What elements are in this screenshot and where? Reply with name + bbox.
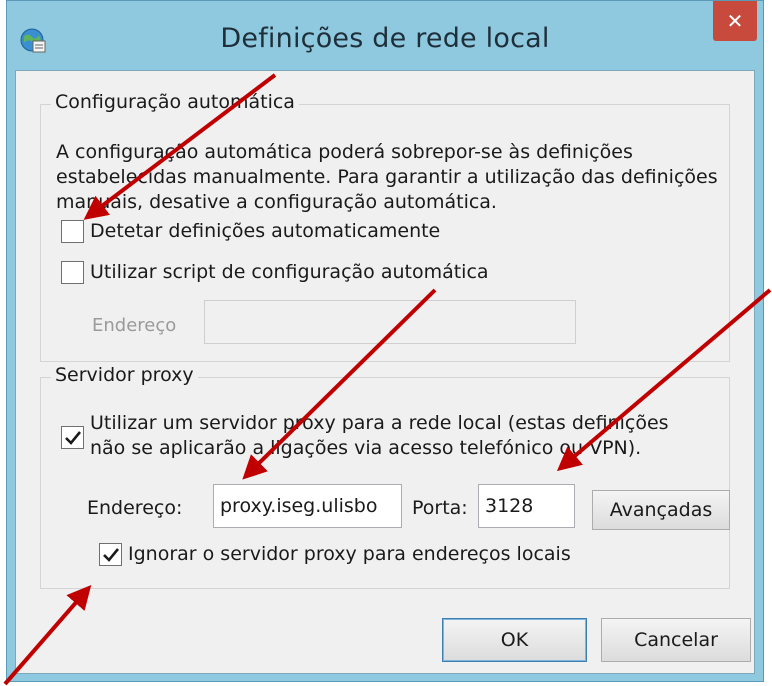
ok-button[interactable]: OK [442,618,587,662]
checkmark-icon [64,430,81,445]
bypass-local-option[interactable]: Ignorar o servidor proxy para endereços … [99,542,571,567]
proxy-port-label: Porta: [412,497,468,519]
use-proxy-label: Utilizar um servidor proxy para a rede l… [90,412,669,459]
dialog-body: Configuração automática A configuração a… [15,70,755,674]
dialog-window: Definições de rede local ✕ Configuração … [6,0,764,682]
auto-config-description: A configuração automática poderá sobrepo… [56,141,718,213]
auto-config-script-option[interactable]: Utilizar script de configuração automáti… [61,260,489,285]
checkmark-icon [102,547,119,562]
script-address-input[interactable] [204,300,576,344]
bypass-local-checkbox[interactable] [99,543,122,566]
proxy-port-input[interactable]: 3128 [478,484,575,528]
title-bar[interactable]: Definições de rede local ✕ [7,1,763,71]
script-address-label: Endereço [92,315,177,336]
use-proxy-checkbox[interactable] [61,426,84,449]
detect-settings-option[interactable]: Detetar definições automaticamente [61,219,440,244]
auto-config-group: Configuração automática A configuração a… [40,91,730,362]
advanced-button[interactable]: Avançadas [592,490,730,530]
cancel-button[interactable]: Cancelar [601,618,751,662]
close-icon: ✕ [726,9,744,33]
detect-settings-label: Detetar definições automaticamente [90,220,441,242]
auto-config-legend: Configuração automática [51,91,299,113]
detect-settings-checkbox[interactable] [61,220,84,243]
proxy-address-input[interactable]: proxy.iseg.ulisbo [213,484,402,528]
bypass-local-label: Ignorar o servidor proxy para endereços … [128,543,571,565]
close-button[interactable]: ✕ [713,1,757,41]
dialog-title: Definições de rede local [220,23,550,54]
use-proxy-option[interactable]: Utilizar um servidor proxy para a rede l… [61,411,701,461]
proxy-server-legend: Servidor proxy [51,364,198,386]
proxy-server-group: Servidor proxy Utilizar um servidor prox… [40,364,730,589]
auto-config-script-label: Utilizar script de configuração automáti… [90,261,489,283]
proxy-address-label: Endereço: [87,497,183,519]
auto-config-script-checkbox[interactable] [61,261,84,284]
